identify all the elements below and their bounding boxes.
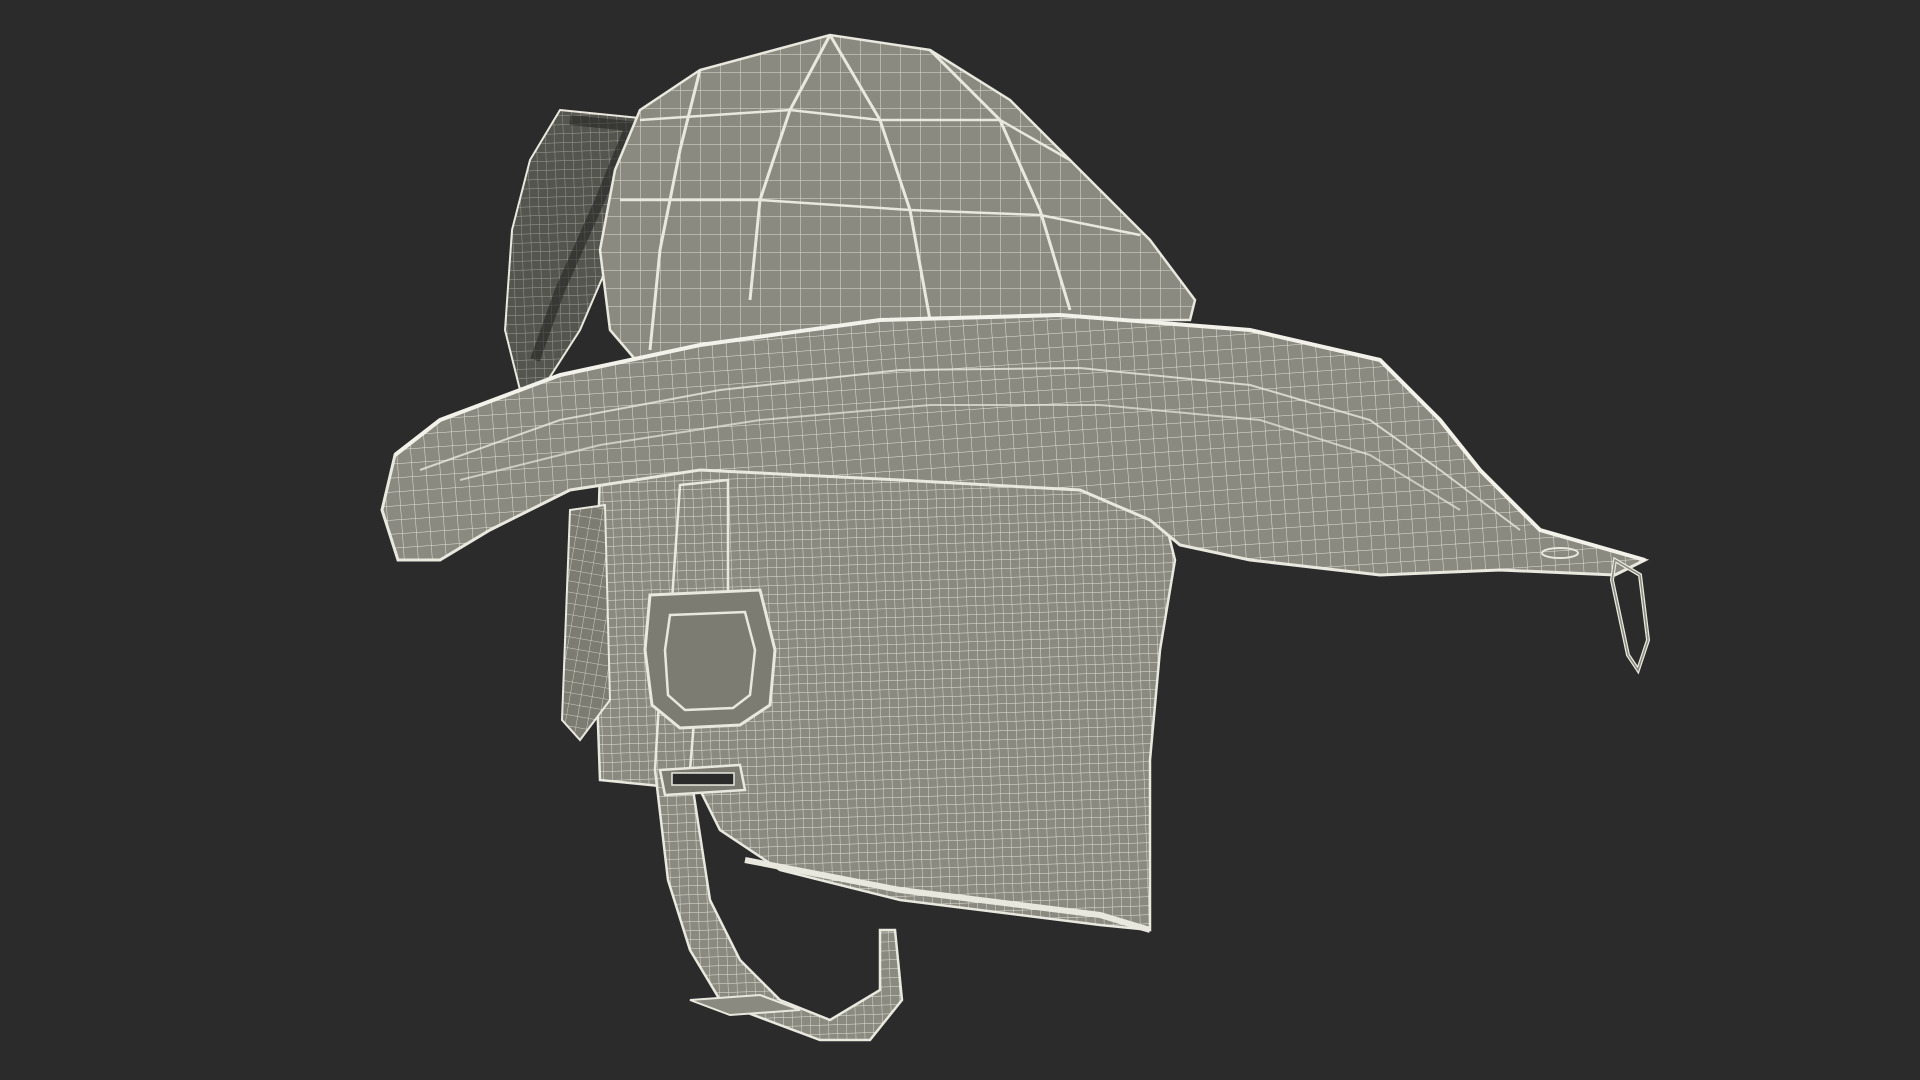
helmet-ear-piece: [560, 503, 612, 742]
viewport-3d: [0, 0, 1920, 1080]
render-canvas: [0, 0, 1920, 1080]
